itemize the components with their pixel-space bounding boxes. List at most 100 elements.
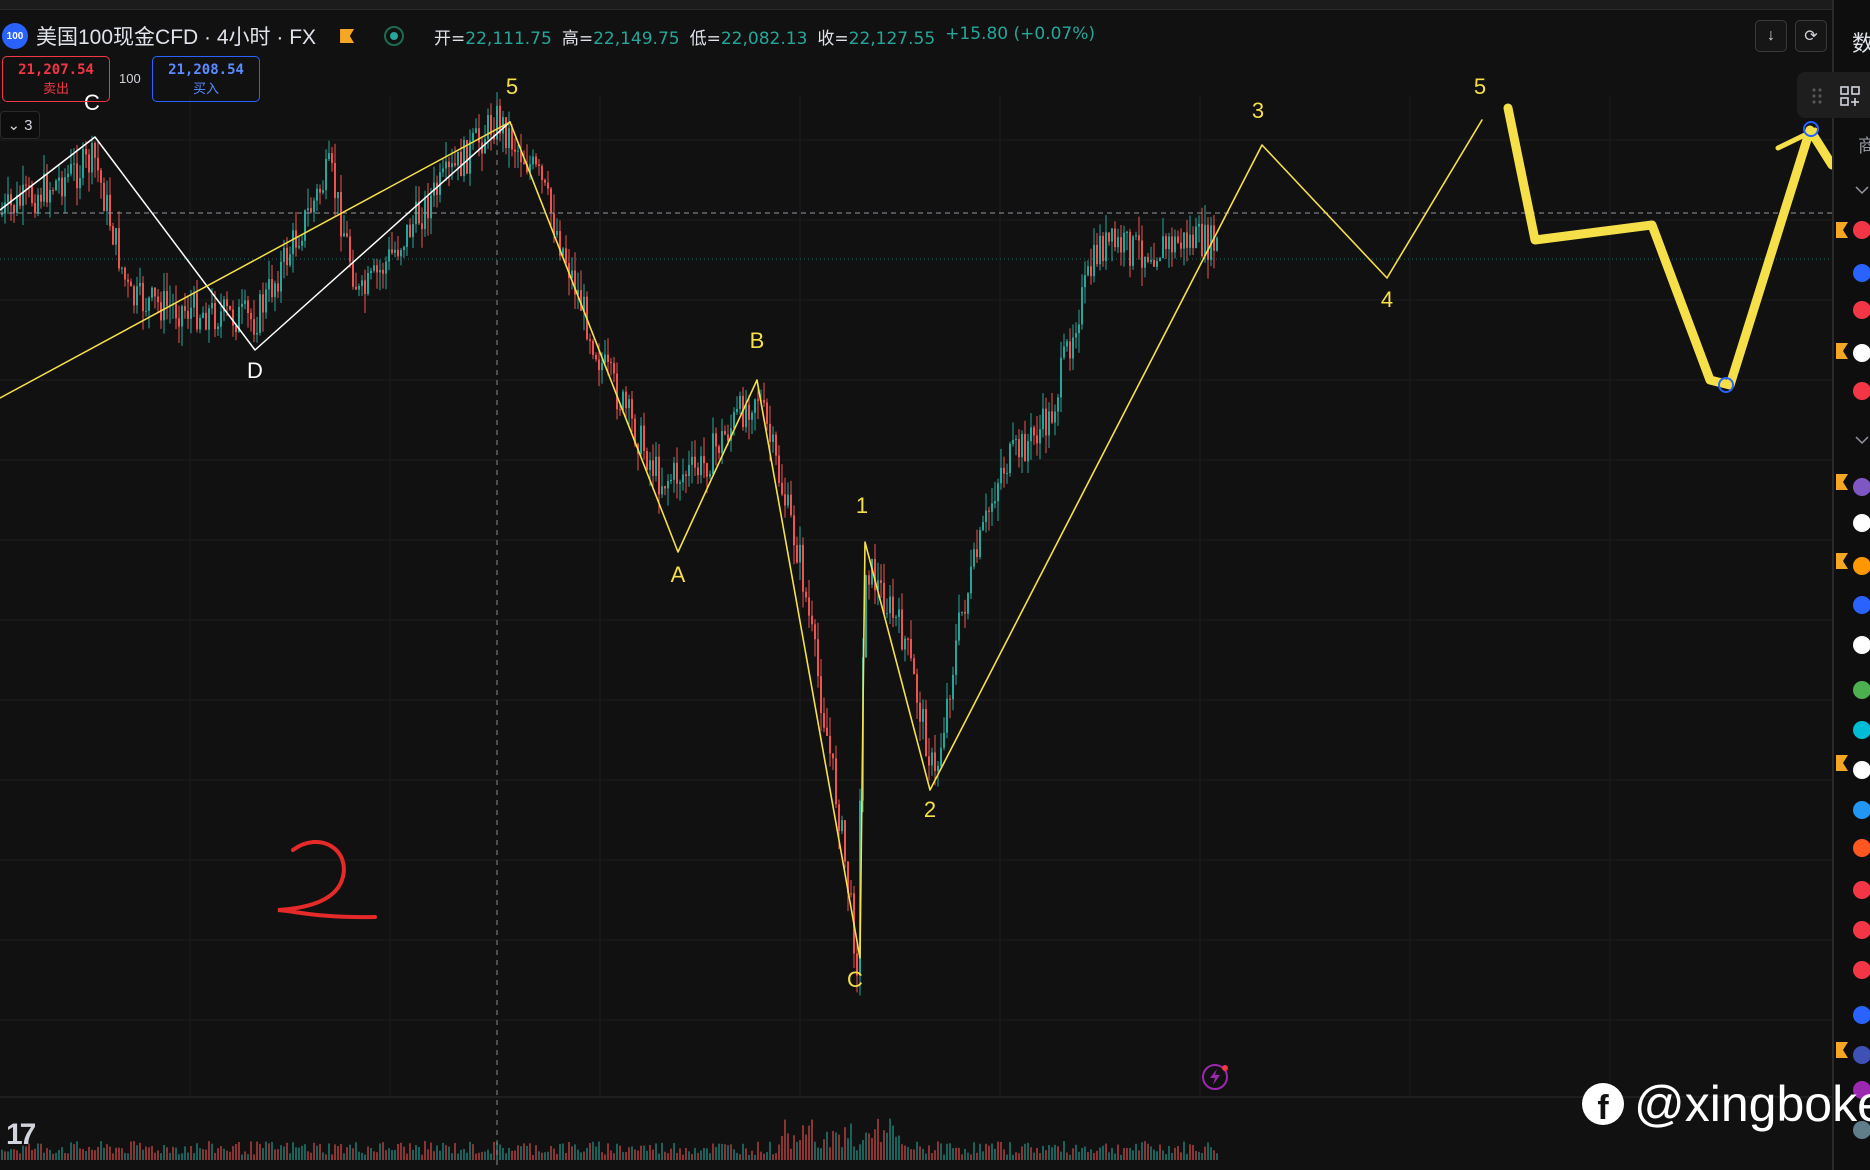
volume-bar [1159, 1144, 1161, 1160]
volume-bar [901, 1144, 903, 1160]
candle-body [1081, 287, 1083, 325]
candle-body [121, 267, 123, 269]
candle-body [928, 756, 930, 766]
volume-bar [490, 1153, 492, 1160]
volume-bar [1186, 1153, 1188, 1160]
volume-bar [625, 1152, 627, 1160]
candle-body [799, 544, 801, 563]
wave-label: A [671, 562, 686, 587]
candle-body [40, 194, 42, 202]
volume-bar [928, 1145, 930, 1160]
candle-body [211, 302, 213, 309]
volume-bar [46, 1148, 48, 1160]
candle-body [967, 593, 969, 614]
volume-bar [1042, 1145, 1044, 1160]
candle-body [25, 184, 27, 186]
candle-body [895, 616, 897, 618]
candle-body [280, 261, 282, 292]
candle-body [919, 702, 921, 722]
symbol-badge-icon[interactable]: 100 [2, 23, 28, 49]
candle-body [451, 163, 453, 168]
volume-bar [1105, 1143, 1107, 1160]
symbol-title[interactable]: 美国100现金CFD · 4小时 · FX [36, 21, 316, 51]
volume-bar [358, 1151, 360, 1160]
volume-bar [58, 1150, 60, 1160]
volume-bar [1006, 1154, 1008, 1160]
candle-body [700, 456, 702, 476]
candle-body [1162, 236, 1164, 259]
price-chart[interactable]: CD5AB1C2345 [0, 0, 1832, 1170]
volume-bar [655, 1143, 657, 1160]
candle-body [793, 515, 795, 546]
candle-body [1045, 408, 1047, 436]
candle-body [676, 462, 678, 484]
candle-body [214, 302, 216, 330]
candle-body [106, 194, 108, 212]
candle-body [127, 279, 129, 282]
author-watermark: f @xingboke [1582, 1075, 1870, 1133]
refresh-button[interactable]: ⟳ [1795, 20, 1827, 52]
volume-bar [1144, 1141, 1146, 1160]
candle-body [838, 804, 840, 832]
volume-bar [379, 1143, 381, 1160]
volume-bar [736, 1152, 738, 1160]
volume-bar [1102, 1145, 1104, 1160]
volume-bar [1087, 1152, 1089, 1160]
volume-bar [82, 1149, 84, 1160]
candle-body [142, 282, 144, 312]
candle-body [733, 412, 735, 429]
candle-body [316, 188, 318, 201]
candle-body [166, 291, 168, 306]
volume-bar [892, 1125, 894, 1160]
candle-body [997, 483, 999, 502]
volume-bar [1204, 1146, 1206, 1160]
candle-body [649, 460, 651, 470]
volume-bar [520, 1146, 522, 1160]
volume-bar [178, 1154, 180, 1160]
candle-body [985, 510, 987, 522]
download-button[interactable]: ↓ [1755, 20, 1787, 52]
volume-bar [1165, 1154, 1167, 1160]
candle-body [124, 267, 126, 280]
volume-bar [388, 1148, 390, 1160]
volume-bar [1078, 1151, 1080, 1160]
watchlist-symbol-icon [1853, 1046, 1870, 1064]
candle-body [694, 456, 696, 468]
candle-body [865, 575, 867, 658]
volume-bar [199, 1148, 201, 1160]
volume-bar [982, 1151, 984, 1160]
flag-icon[interactable] [340, 29, 355, 43]
volume-bar [547, 1151, 549, 1160]
candle-body [802, 544, 804, 592]
volume-bar [697, 1152, 699, 1160]
volume-bar [478, 1152, 480, 1160]
candle-body [403, 246, 405, 251]
market-status-icon[interactable] [384, 26, 405, 46]
volume-bar [364, 1154, 366, 1160]
buy-button[interactable]: 21,208.54 买入 [152, 56, 260, 102]
watchlist-icons[interactable] [1832, 0, 1870, 1170]
candle-body [244, 300, 246, 304]
volume-bar [907, 1147, 909, 1160]
watchlist-symbol-icon [1853, 681, 1870, 699]
candle-body [739, 395, 741, 409]
volume-bar [106, 1144, 108, 1160]
lightning-icon[interactable] [1200, 1062, 1230, 1092]
candle-body [79, 178, 81, 189]
volume-bar [658, 1153, 660, 1160]
volume-bar [772, 1154, 774, 1160]
candle-body [457, 151, 459, 166]
candle-body [958, 612, 960, 641]
sell-button[interactable]: 21,207.54 卖出 [2, 56, 110, 102]
candle-body [652, 460, 654, 477]
candle-body [1027, 441, 1029, 462]
volume-bar [1099, 1147, 1101, 1160]
volume-bar [253, 1154, 255, 1160]
volume-bar [1015, 1152, 1017, 1160]
volume-bar [802, 1125, 804, 1160]
candle-body [109, 194, 111, 227]
candle-body [445, 161, 447, 169]
indicators-collapse-button[interactable]: ⌄ 3 [0, 111, 40, 139]
volume-bar [1207, 1142, 1209, 1160]
volume-bar [421, 1154, 423, 1160]
